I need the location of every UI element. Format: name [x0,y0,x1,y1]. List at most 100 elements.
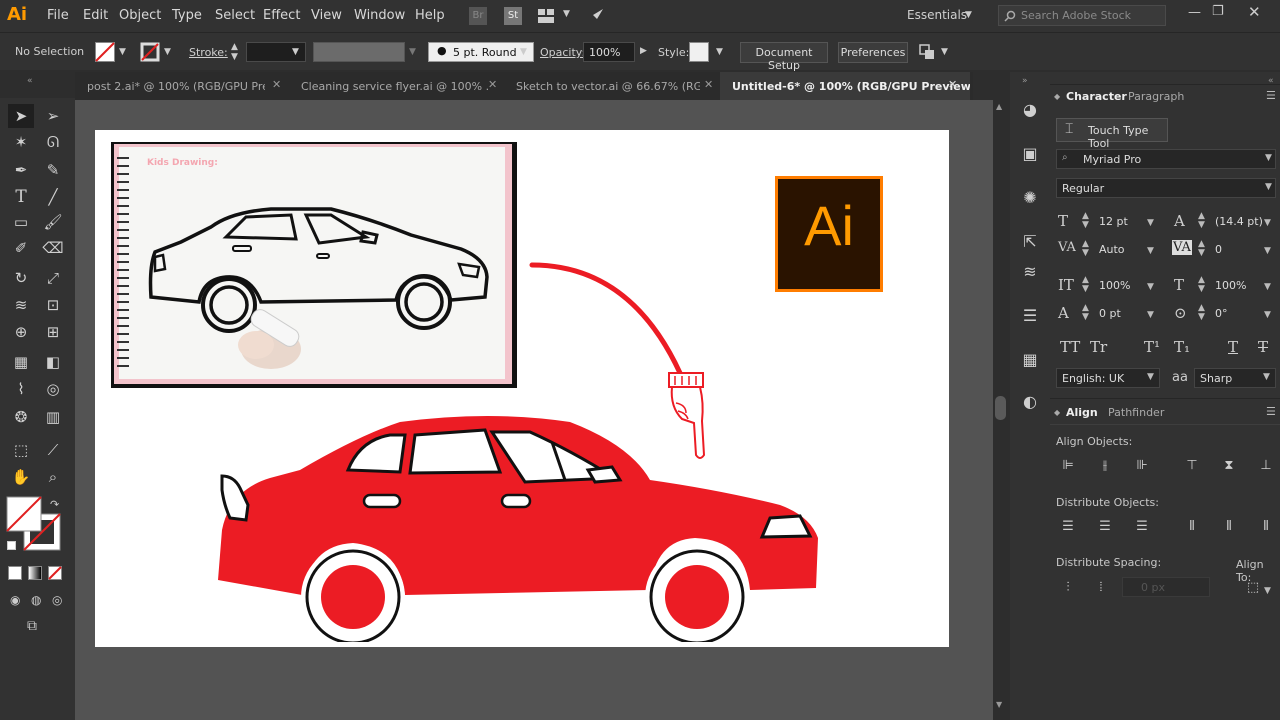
chevron-down-icon[interactable]: ▼ [1265,182,1272,192]
tab-cleaning-flyer[interactable]: Cleaning service flyer.ai @ 100% ... [289,72,489,100]
none-mode-icon[interactable] [48,566,62,580]
stroke-label[interactable]: Stroke: [189,46,228,59]
fill-swatch-icon[interactable] [95,42,115,62]
graphic-styles-icon[interactable]: ◐ [1020,392,1040,412]
color-guide-icon[interactable]: ▣ [1020,144,1040,164]
tab-sketch-to-vector[interactable]: Sketch to vector.ai @ 66.67% (RG... [504,72,700,100]
chevron-down-icon[interactable]: ▼ [1147,218,1154,228]
distribute-horizontal-center-icon[interactable]: ⦀ [1220,519,1238,537]
layers-panel-icon[interactable]: ≋ [1020,262,1040,282]
free-transform-tool-icon[interactable]: ⊡ [40,293,66,317]
symbol-sprayer-tool-icon[interactable]: ❂ [8,405,34,429]
paintbrush-tool-icon[interactable]: 🖌 [40,210,66,234]
menu-file[interactable]: File [47,8,69,23]
draw-behind-icon[interactable]: ◍ [31,593,41,607]
leading-stepper-icon[interactable]: ▲ ▼ [1198,212,1205,230]
line-tool-icon[interactable]: ╱ [40,185,66,209]
chevron-down-icon[interactable]: ▼ [1263,372,1270,382]
scale-tool-icon[interactable]: ⤢ [40,266,66,290]
rotate-tool-icon[interactable]: ↻ [8,266,34,290]
distribute-left-icon[interactable]: ⦀ [1183,519,1201,537]
stroke-stepper-icon[interactable]: ▲ ▼ [231,42,238,62]
graphic-style-swatch[interactable] [689,42,709,62]
direct-selection-tool-icon[interactable]: ➢ [40,104,66,128]
restore-icon[interactable]: ❐ [1212,4,1224,19]
rectangle-tool-icon[interactable]: ▭ [8,210,34,234]
menu-view[interactable]: View [311,8,342,23]
zoom-tool-icon[interactable]: ⌕ [40,465,66,489]
opacity-field[interactable]: 100% [583,42,635,62]
touch-type-tool-button[interactable]: ⌶ Touch Type Tool [1056,118,1168,150]
all-caps-button[interactable]: TT [1060,338,1080,356]
menu-select[interactable]: Select [215,8,255,23]
brush-definition-field[interactable]: ● 5 pt. Round [428,42,534,62]
subscript-button[interactable]: T₁ [1174,338,1190,356]
stroke-panel-icon[interactable]: ☰ [1020,306,1040,326]
chevron-down-icon[interactable]: ▼ [563,9,570,19]
chevron-down-icon[interactable]: ▼ [1265,153,1272,163]
blend-tool-icon[interactable]: ◎ [40,377,66,401]
align-to-selection-icon[interactable]: ⬚ [1244,580,1262,598]
menu-help[interactable]: Help [415,8,445,23]
tab-pathfinder[interactable]: Pathfinder [1108,406,1164,419]
draw-normal-icon[interactable]: ◉ [10,593,20,607]
artboard-tool-icon[interactable]: ⬚ [8,438,34,462]
workspace-switcher[interactable]: Essentials [907,8,967,22]
stock-icon[interactable]: St [504,7,522,25]
tab-align[interactable]: Align [1066,406,1098,419]
pen-tool-icon[interactable]: ✒ [8,158,34,182]
horizontal-distribute-space-icon[interactable]: ⦙ [1092,580,1110,598]
vertical-scrollbar[interactable]: ▲ ▼ [993,100,1008,720]
tab-paragraph[interactable]: Paragraph [1128,90,1184,103]
hand-tool-icon[interactable]: ✋ [8,465,34,489]
vscale-stepper-icon[interactable]: ▲ ▼ [1082,276,1089,294]
variable-width-profile[interactable] [313,42,405,62]
chevron-right-icon[interactable]: ▶ [640,46,647,56]
chevron-down-icon[interactable]: ▼ [1264,586,1271,596]
lasso-tool-icon[interactable]: ᘏ [40,130,66,154]
arrange-icon[interactable] [918,43,936,61]
anti-alias-field[interactable]: Sharp ▼ [1194,368,1276,388]
shaper-tool-icon[interactable]: ✐ [8,236,34,260]
tab-post-2[interactable]: post 2.ai* @ 100% (RGB/GPU Pre... [75,72,265,100]
panel-menu-icon[interactable]: ☰ [1266,405,1276,418]
perspective-grid-tool-icon[interactable]: ⊞ [40,320,66,344]
distribute-bottom-icon[interactable]: ☰ [1133,519,1151,537]
chevron-down-icon[interactable]: ▼ [1264,246,1271,256]
chevron-down-icon[interactable]: ▼ [292,47,299,57]
hscale-stepper-icon[interactable]: ▲ ▼ [1198,276,1205,294]
align-horizontal-center-icon[interactable]: ⫲ [1096,458,1114,476]
preferences-button[interactable]: Preferences [838,42,908,63]
underline-button[interactable]: T [1228,338,1238,356]
chevron-down-icon[interactable]: ▼ [119,47,126,57]
chevron-down-icon[interactable]: ▼ [1147,246,1154,256]
align-right-icon[interactable]: ⊪ [1133,458,1151,476]
document-setup-button[interactable]: Document Setup [740,42,828,72]
align-bottom-icon[interactable]: ⊥ [1257,458,1275,476]
panel-menu-icon[interactable]: ☰ [1266,89,1276,102]
color-mode-icon[interactable] [8,566,22,580]
magic-wand-tool-icon[interactable]: ✶ [8,130,34,154]
chevron-down-icon[interactable]: ▼ [164,47,171,57]
menu-edit[interactable]: Edit [83,8,108,23]
tab-character[interactable]: Character [1066,90,1127,103]
spacing-value-field[interactable]: 0 px [1122,577,1210,597]
search-stock-input[interactable]: Search Adobe Stock [998,5,1166,26]
font-style-field[interactable]: Regular ▼ [1056,178,1276,198]
symbols-panel-icon[interactable]: ✺ [1020,188,1040,208]
chevron-down-icon[interactable]: ▼ [1264,218,1271,228]
shape-builder-tool-icon[interactable]: ⊕ [8,320,34,344]
slice-tool-icon[interactable]: ⟋ [40,438,66,462]
color-panel-icon[interactable]: ◕ [1020,100,1040,120]
align-left-icon[interactable]: ⊫ [1059,458,1077,476]
align-top-icon[interactable]: ⊤ [1183,458,1201,476]
scroll-thumb[interactable] [995,396,1006,420]
menu-window[interactable]: Window [354,8,405,23]
eraser-tool-icon[interactable]: ⌫ [40,236,66,260]
menu-effect[interactable]: Effect [263,8,300,23]
close-tab-icon[interactable]: ✕ [272,78,281,91]
small-caps-button[interactable]: Tr [1090,338,1107,356]
scroll-up-icon[interactable]: ▲ [996,102,1002,111]
arrange-documents-icon[interactable] [537,7,555,25]
bridge-icon[interactable]: Br [469,7,487,25]
